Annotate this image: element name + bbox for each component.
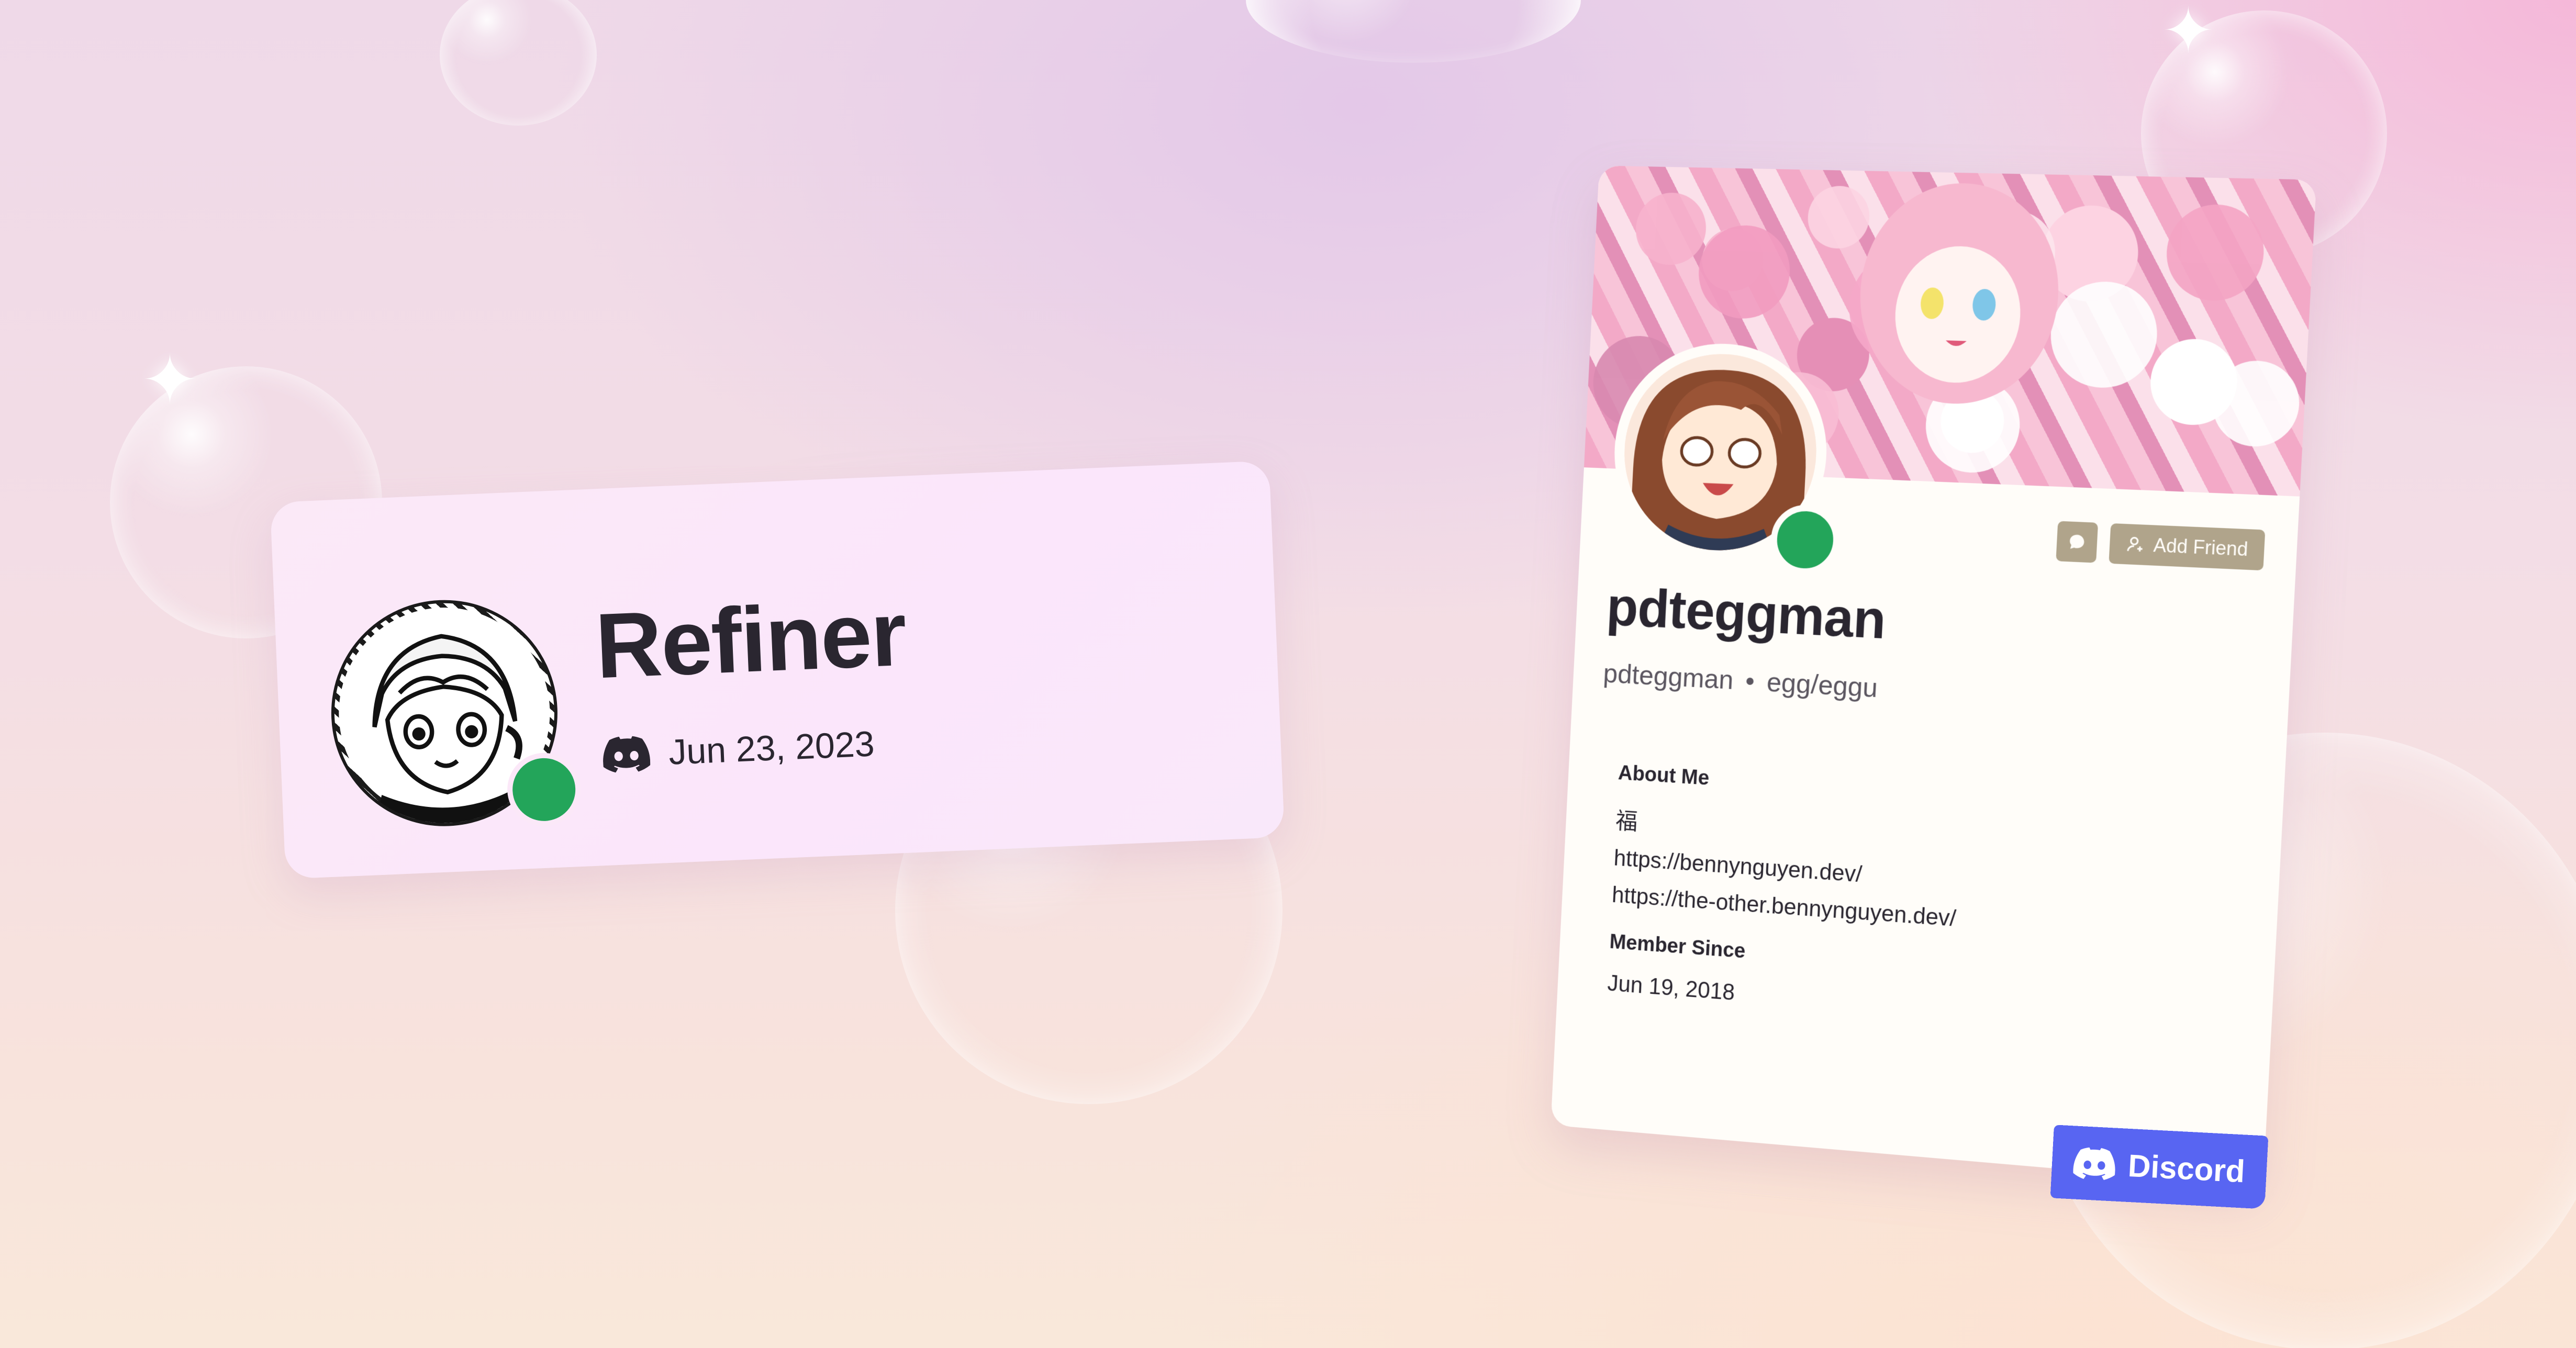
bubble-decoration: [440, 0, 597, 126]
presence-card[interactable]: Refiner Jun 23, 2023: [270, 460, 1285, 879]
bubble-decoration: [1246, 0, 1581, 63]
about-me-content: 福 https://bennynguyen.dev/ https://the-o…: [1611, 803, 2227, 957]
about-me-section: About Me 福 https://bennynguyen.dev/ http…: [1611, 761, 2229, 957]
discord-badge-label: Discord: [2127, 1148, 2246, 1189]
profile-tags: pdteggman egg/eggu: [1602, 658, 1878, 704]
discord-icon: [603, 736, 651, 773]
discord-badge[interactable]: Discord: [2050, 1125, 2269, 1209]
add-friend-button[interactable]: Add Friend: [2109, 523, 2266, 571]
profile-username: pdteggman: [1602, 658, 1734, 695]
presence-meta: Jun 23, 2023: [602, 723, 875, 776]
profile-pronouns: egg/eggu: [1766, 667, 1879, 704]
member-since-date: Jun 19, 2018: [1607, 970, 1736, 1006]
presence-date: Jun 23, 2023: [667, 724, 875, 772]
message-icon: [2069, 534, 2084, 549]
presence-username: Refiner: [593, 582, 908, 698]
sparkle-decoration: ✦: [2162, 0, 2215, 68]
background-stage: ✦ ✦ Refiner Jun 23, 2023 Add Friend pdte…: [0, 0, 2576, 1348]
profile-card: Add Friend pdteggman pdteggman egg/eggu …: [1551, 165, 2317, 1187]
add-friend-label: Add Friend: [2153, 534, 2249, 560]
add-user-icon: [2125, 534, 2147, 555]
separator-dot: [1746, 677, 1754, 686]
discord-icon: [2073, 1147, 2115, 1180]
profile-actions: Add Friend: [2056, 521, 2266, 571]
message-button[interactable]: [2056, 521, 2098, 563]
member-since-title: Member Since: [1609, 930, 1746, 963]
profile-display-name: pdteggman: [1605, 576, 1887, 650]
sparkle-decoration: ✦: [141, 340, 198, 420]
member-since-section: Member Since Jun 19, 2018: [1607, 930, 1746, 1006]
